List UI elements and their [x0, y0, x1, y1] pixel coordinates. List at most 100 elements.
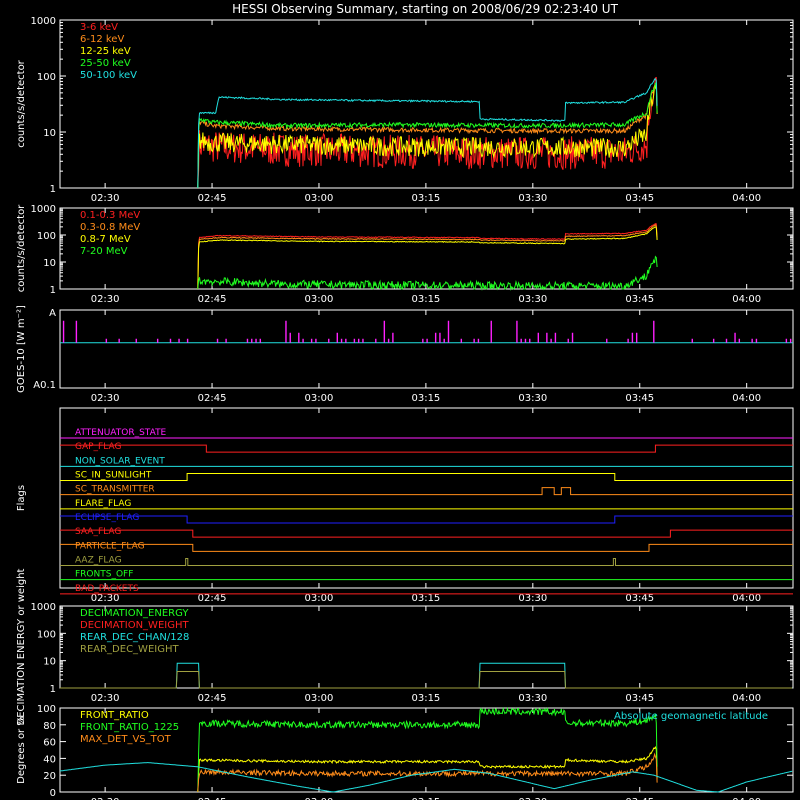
flag-label: FRONTS_OFF [75, 570, 133, 580]
flag-label: PARTICLE_FLAG [75, 541, 145, 551]
flag-label: ATTENUATOR_STATE [75, 428, 167, 438]
flag-line [60, 558, 793, 566]
panel-xray_rates: 02:30 02:45 03:00 03:15 03:30 03:45 04:00 count… [16, 16, 794, 204]
y-tick-label: 10 [43, 128, 56, 139]
y-tick-label: 1000 [31, 602, 56, 613]
y-tick-label: 0 [50, 788, 56, 799]
time-tick-label: 04:00 [732, 693, 761, 704]
y-tick-label: 1 [50, 684, 56, 695]
time-tick-label: 03:00 [305, 393, 334, 404]
flag-line [60, 444, 793, 453]
y-axis-label: Degrees or % [16, 716, 27, 784]
flag-label: SC_IN_SUNLIGHT [75, 471, 152, 481]
panels-layer: 02:30 02:45 03:00 03:15 03:30 03:45 04:00 count… [16, 16, 794, 800]
y-axis-label: Flags [16, 485, 27, 511]
time-tick-label: 02:45 [198, 593, 227, 604]
time-tick-label: 04:00 [732, 193, 761, 204]
panel-flags: 02:30 02:45 03:00 03:15 03:30 03:45 04:00 Flags… [16, 407, 794, 604]
time-tick-label: 03:30 [518, 693, 547, 704]
y-tick-label: 40 [43, 754, 56, 765]
series-line [197, 255, 658, 291]
time-tick-label: 02:30 [91, 193, 120, 204]
flag-line [60, 529, 793, 538]
panel-frame [59, 309, 794, 389]
legend-entry: 0.8-7 MeV [80, 234, 131, 245]
time-tick-label: 02:45 [198, 393, 227, 404]
flag-label: ECLIPSE_FLAG [75, 513, 139, 523]
y-tick-label: A0.1 [33, 380, 56, 391]
time-tick-label: 03:00 [305, 593, 334, 604]
series-line [197, 745, 658, 793]
flag-label: NON_SOLAR_EVENT [75, 456, 165, 466]
series-line [197, 78, 658, 189]
series-line [197, 76, 658, 189]
time-tick-label: 03:00 [305, 294, 334, 305]
legend-entry: DECIMATION_WEIGHT [80, 620, 189, 631]
panel-gamma_rates: 02:30 02:45 03:00 03:15 03:30 03:45 04:00 count… [16, 204, 794, 305]
y-tick-label: 1000 [31, 16, 56, 27]
flag-line [60, 487, 793, 496]
y-tick-label: 10 [43, 258, 56, 269]
time-tick-label: 03:15 [411, 294, 440, 305]
series-line [197, 223, 658, 290]
time-tick-label: 03:45 [625, 593, 654, 604]
time-tick-label: 04:00 [732, 393, 761, 404]
time-tick-label: 02:30 [91, 393, 120, 404]
time-tick-label: 03:15 [411, 693, 440, 704]
chart-annotation: Absolute geomagnetic latitude [614, 711, 768, 722]
time-tick-label: 02:30 [91, 294, 120, 305]
flag-label: BAD_PACKETS [75, 584, 139, 594]
flag-line [60, 515, 793, 524]
legend-entry: 25-50 keV [80, 58, 131, 69]
time-tick-label: 03:15 [411, 593, 440, 604]
series-line [197, 706, 658, 793]
y-tick-label: 100 [37, 231, 56, 242]
panel-ratios: 02:3002:4503:0003:1503:3003:4504:00Degre… [16, 704, 794, 800]
y-axis-label: counts/s/detector [16, 204, 27, 292]
legend-entry: 3-6 keV [80, 22, 118, 33]
time-tick-label: 03:15 [411, 193, 440, 204]
flag-label: SC_TRANSMITTER [75, 485, 155, 495]
panel-frame [59, 207, 794, 290]
time-tick-label: 02:45 [198, 294, 227, 305]
y-tick-label: 10 [43, 657, 56, 668]
time-tick-label: 03:00 [305, 693, 334, 704]
series-line [197, 223, 658, 290]
y-tick-label: 60 [43, 738, 56, 749]
time-tick-label: 04:00 [732, 294, 761, 305]
time-tick-label: 03:15 [411, 393, 440, 404]
time-tick-label: 02:45 [198, 693, 227, 704]
y-axis-label: counts/s/detector [16, 59, 27, 147]
legend-entry: MAX_DET_VS_TOT [80, 734, 172, 745]
legend-entry: 0.3-0.8 MeV [80, 222, 140, 233]
flag-label: GAP_FLAG [75, 442, 121, 452]
panel-frame [59, 407, 794, 589]
legend-entry: 12-25 keV [80, 46, 131, 57]
observing-summary-figure: HESSI Observing Summary, starting on 200… [16, 2, 794, 800]
figure-title: HESSI Observing Summary, starting on 200… [232, 2, 618, 16]
y-tick-label: 1 [50, 285, 56, 296]
y-tick-label: 1000 [31, 204, 56, 215]
time-tick-label: 03:45 [625, 193, 654, 204]
time-tick-label: 03:45 [625, 693, 654, 704]
legend-entry: 50-100 keV [80, 70, 137, 81]
flag-label: AAZ_FLAG [75, 556, 122, 566]
legend-entry: REAR_DEC_WEIGHT [80, 644, 179, 655]
panel-goes_flux: 02:30 02:45 03:00 03:15 03:30 03:45 04:00 GOES-… [16, 305, 794, 404]
time-tick-label: 03:45 [625, 393, 654, 404]
time-tick-label: 03:30 [518, 593, 547, 604]
y-tick-label: 80 [43, 721, 56, 732]
time-tick-label: 03:00 [305, 193, 334, 204]
y-tick-label: 100 [37, 704, 56, 715]
legend-entry: FRONT_RATIO_1225 [80, 722, 179, 733]
time-tick-label: 03:45 [625, 294, 654, 305]
legend-entry: DECIMATION_ENERGY [80, 608, 189, 619]
time-tick-label: 03:30 [518, 393, 547, 404]
y-axis-label: DECIMATION ENERGY or weight [16, 568, 27, 725]
flag-line [60, 473, 793, 481]
flag-label: FLARE_FLAG [75, 499, 131, 509]
y-axis-label: GOES-10 [W m⁻²] [16, 305, 27, 393]
time-tick-label: 02:30 [91, 693, 120, 704]
time-tick-label: 04:00 [732, 593, 761, 604]
flag-line [60, 543, 793, 552]
